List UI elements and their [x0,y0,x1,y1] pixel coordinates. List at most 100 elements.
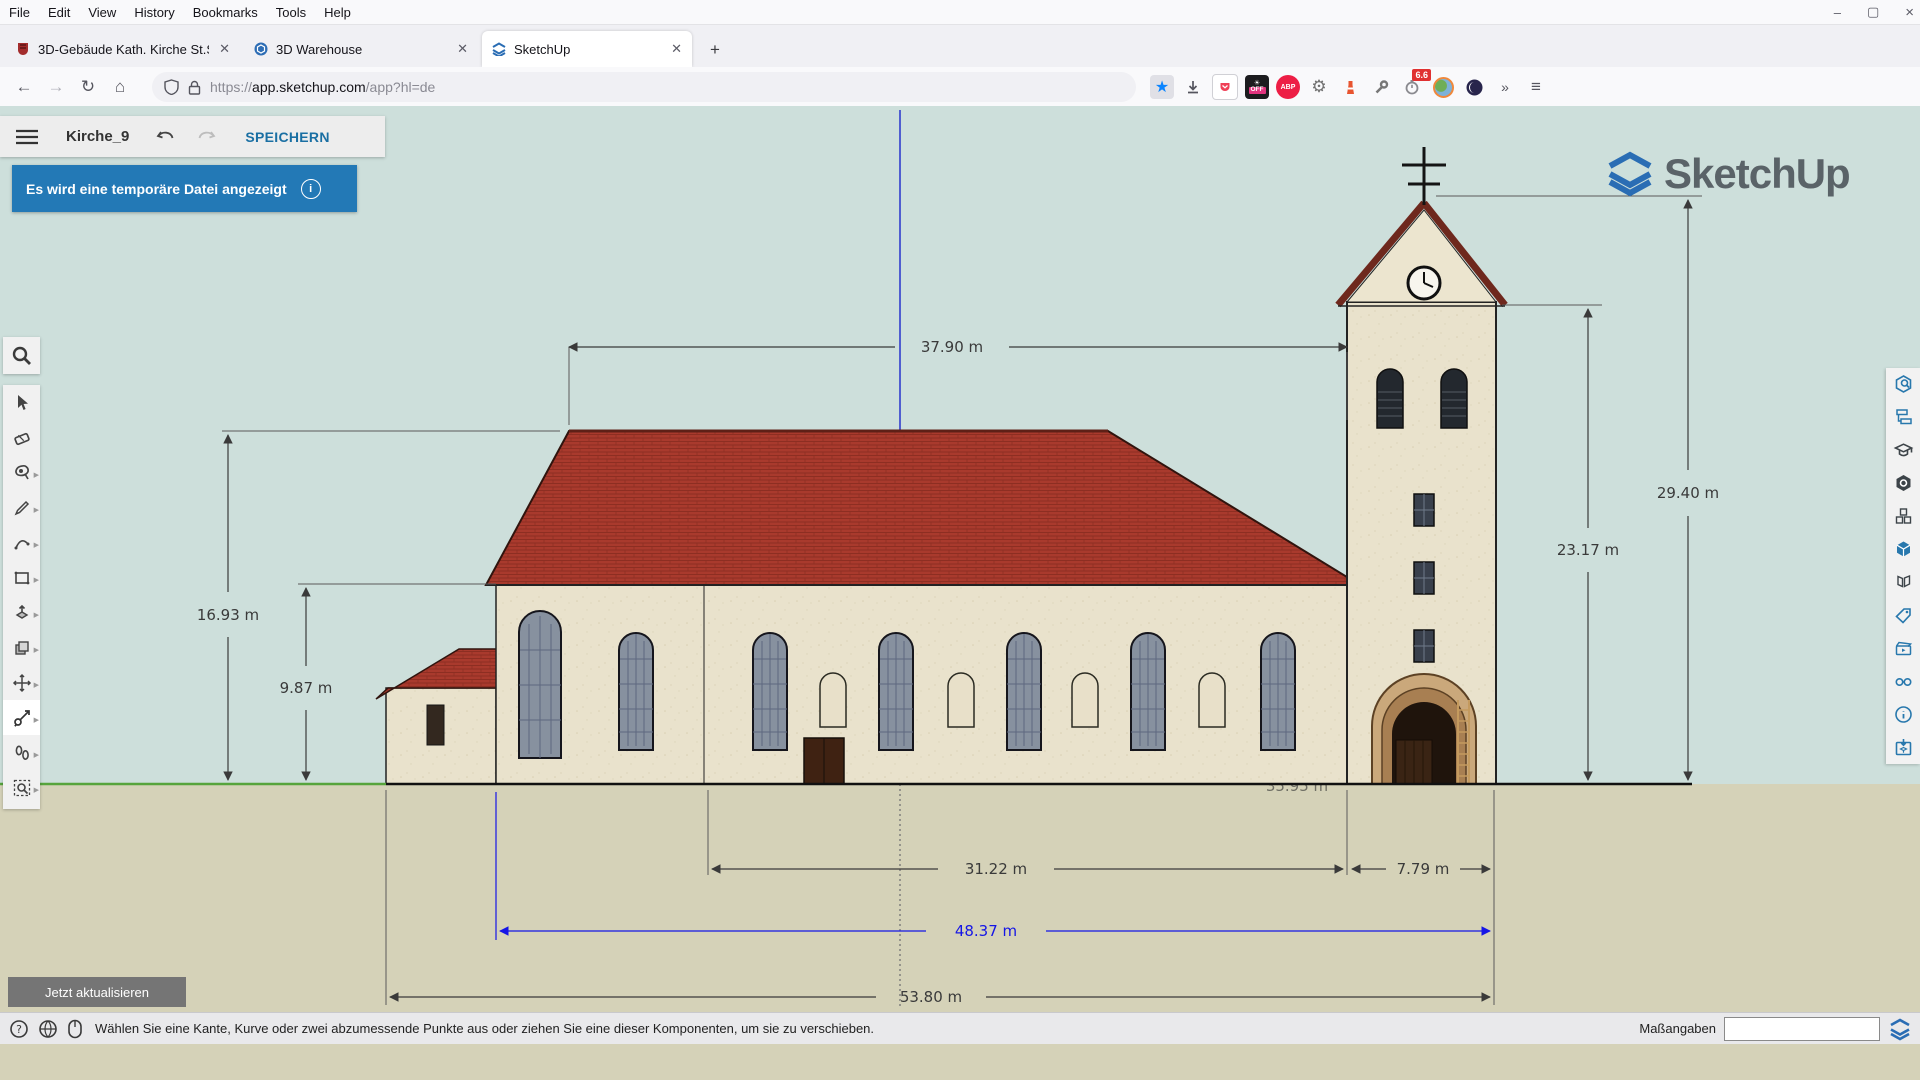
walk-tool[interactable]: ▶ [3,735,40,770]
dark-reader-icon[interactable]: ☀ OFF [1245,75,1269,99]
sketchup-top-toolbar: Kirche_9 SPEICHERN [0,116,385,157]
new-tab-button[interactable]: + [700,35,730,65]
menu-bookmarks[interactable]: Bookmarks [184,5,267,20]
timer-extension-icon[interactable]: 6.6 [1400,75,1424,99]
instructor-panel[interactable] [1886,434,1920,467]
sketchup-badge-icon [1888,1017,1912,1041]
maximize-button[interactable]: ▢ [1867,4,1879,20]
svg-text:?: ? [16,1023,22,1036]
entity-info-panel[interactable] [1886,368,1920,401]
close-button[interactable]: × [1905,4,1914,21]
temporary-file-banner: Es wird eine temporäre Datei angezeigt i [12,165,357,212]
tab-close-icon[interactable]: ✕ [671,41,682,57]
tool-rail: ▶ ▶ ▶ ▶ ▶ ▶ ▶ ▶ ▶ ▶ [3,385,40,809]
menu-edit[interactable]: Edit [39,5,79,20]
undo-icon[interactable] [155,128,177,146]
main-menu-icon[interactable] [14,128,40,146]
tab-close-icon[interactable]: ✕ [457,41,468,57]
lock-icon[interactable] [188,80,201,95]
dim-23-17[interactable]: 23.17 m [1557,541,1619,559]
sketchup-watermark: SketchUp [1604,148,1850,200]
materials-panel[interactable] [1886,533,1920,566]
styles-panel[interactable] [1886,566,1920,599]
tab-sketchup[interactable]: SketchUp ✕ [482,31,692,67]
panel-rail [1886,368,1920,764]
offset-tool[interactable]: ▶ [3,630,40,665]
import-panel[interactable] [1886,731,1920,764]
shield-icon[interactable] [164,79,179,95]
pocket-extension-icon[interactable] [1212,74,1238,100]
tab-close-icon[interactable]: ✕ [219,41,230,57]
move-tool[interactable]: ▶ [3,665,40,700]
dim-37-90[interactable]: 37.90 m [921,338,983,356]
redo-icon[interactable] [195,128,217,146]
arc-tool[interactable]: ▶ [3,525,40,560]
downloads-icon[interactable] [1181,75,1205,99]
search-tool[interactable] [3,337,40,374]
menu-bar: File Edit View History Bookmarks Tools H… [0,0,1920,25]
extension-row: ★ ☀ OFF ABP ⚙ 6.6 » ≡ [1150,74,1548,100]
display-panel[interactable] [1886,665,1920,698]
globe-extension-icon[interactable] [1431,75,1455,99]
dim-29-40[interactable]: 29.40 m [1657,484,1719,502]
tab-bar: 3D-Gebäude Kath. Kirche St.Ste ✕ 3D Ware… [0,25,1920,67]
app-menu-icon[interactable]: ≡ [1524,75,1548,99]
dim-16-93[interactable]: 16.93 m [197,606,259,624]
timer-badge: 6.6 [1412,69,1431,81]
push-pull-tool[interactable]: ▶ [3,595,40,630]
dim-53-80[interactable]: 53.80 m [900,988,962,1006]
menu-history[interactable]: History [125,5,183,20]
menu-file[interactable]: File [0,5,39,20]
model-canvas[interactable]: 35.95 m [0,106,1920,1080]
status-bar: ? Wählen Sie eine Kante, Kurve oder zwei… [0,1012,1920,1044]
rectangle-tool[interactable]: ▶ [3,560,40,595]
dim-7-79[interactable]: 7.79 m [1397,860,1450,878]
status-message: Wählen Sie eine Kante, Kurve oder zwei a… [95,1021,874,1036]
3d-warehouse-icon [254,42,268,56]
help-icon[interactable]: ? [9,1019,29,1039]
outliner-panel[interactable] [1886,401,1920,434]
minimize-button[interactable]: – [1834,5,1841,20]
select-tool[interactable] [3,385,40,420]
zoom-tool[interactable]: ▶ [3,770,40,805]
dim-31-22[interactable]: 31.22 m [965,860,1027,878]
url-text: https://app.sketchup.com/app?hl=de [210,79,435,95]
bookmark-star-icon[interactable]: ★ [1150,75,1174,99]
ghostery-extension-icon[interactable] [1462,75,1486,99]
lighthouse-extension-icon[interactable] [1338,75,1362,99]
scenes-panel[interactable] [1886,632,1920,665]
menu-view[interactable]: View [79,5,125,20]
language-globe-icon[interactable] [38,1019,58,1039]
save-button[interactable]: SPEICHERN [245,129,329,145]
model-info-panel[interactable] [1886,698,1920,731]
pencil-tool[interactable]: ▶ [3,490,40,525]
model-title[interactable]: Kirche_9 [66,128,129,145]
navigation-toolbar: ← → ↻ ⌂ https://app.sketchup.com/app?hl=… [0,67,1920,108]
tower-portal [1372,674,1476,784]
back-button[interactable]: ← [8,72,40,102]
extensions-panel[interactable] [1886,467,1920,500]
update-now-button[interactable]: Jetzt aktualisieren [8,977,186,1007]
tampermonkey-gear-icon[interactable]: ⚙ [1307,75,1331,99]
paint-tool[interactable]: ▶ [3,455,40,490]
home-button[interactable]: ⌂ [104,72,136,102]
forward-button[interactable]: → [40,72,72,102]
dim-48-37[interactable]: 48.37 m [955,922,1017,940]
menu-help[interactable]: Help [315,5,360,20]
tags-panel[interactable] [1886,599,1920,632]
url-bar[interactable]: https://app.sketchup.com/app?hl=de [152,72,1136,102]
components-panel[interactable] [1886,500,1920,533]
adblock-plus-icon[interactable]: ABP [1276,75,1300,99]
search-icon [11,345,32,366]
dim-9-87[interactable]: 9.87 m [280,679,333,697]
tab-church-page[interactable]: 3D-Gebäude Kath. Kirche St.Ste ✕ [6,31,240,67]
overflow-chevron-icon[interactable]: » [1493,75,1517,99]
menu-tools[interactable]: Tools [267,5,315,20]
reload-button[interactable]: ↻ [72,72,104,102]
info-icon[interactable]: i [301,179,321,199]
wrench-extension-icon[interactable] [1369,75,1393,99]
eraser-tool[interactable] [3,420,40,455]
measurements-input[interactable] [1724,1017,1880,1041]
tape-measure-tool[interactable]: ▶ [3,700,40,735]
tab-3d-warehouse[interactable]: 3D Warehouse ✕ [244,31,478,67]
